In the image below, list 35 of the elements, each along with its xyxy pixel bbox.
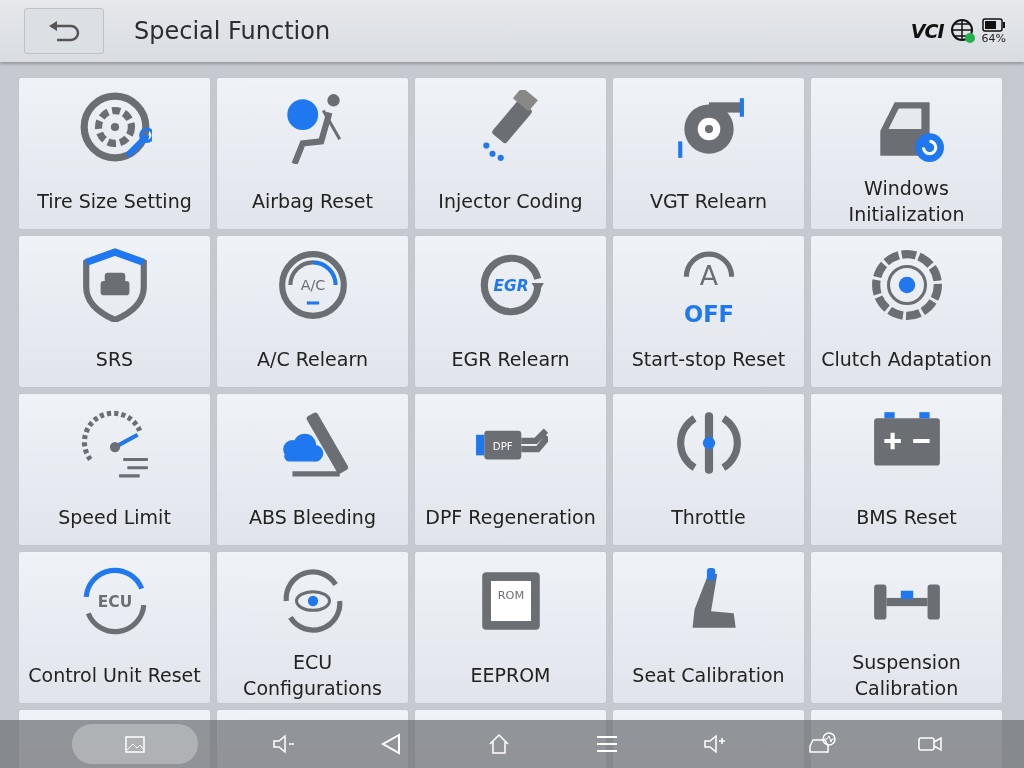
function-tile[interactable]: ECU Configurations bbox=[216, 551, 409, 704]
function-tile[interactable]: Throttle bbox=[612, 393, 805, 546]
clutch-disc-icon bbox=[869, 248, 944, 322]
function-tile[interactable]: Injector Coding bbox=[414, 77, 607, 230]
function-tile[interactable]: Seat Calibration bbox=[612, 551, 805, 704]
speaker-plus-icon bbox=[701, 733, 728, 755]
globe-icon bbox=[949, 18, 976, 44]
function-tile[interactable]: Speed Limit bbox=[18, 393, 211, 546]
function-tile[interactable]: Clutch Adaptation bbox=[810, 235, 1003, 388]
back-button[interactable] bbox=[24, 8, 104, 54]
car-pulse-icon bbox=[807, 732, 838, 756]
battery-icon bbox=[981, 17, 1006, 32]
function-tile[interactable]: EGR EGR Relearn bbox=[414, 235, 607, 388]
function-tile[interactable]: ABS Bleeding bbox=[216, 393, 409, 546]
function-tile[interactable]: Windows Initialization bbox=[810, 77, 1003, 230]
function-tile[interactable]: ECU Control Unit Reset bbox=[18, 551, 211, 704]
video-camera-icon bbox=[917, 734, 944, 754]
gallery-button[interactable] bbox=[71, 724, 198, 764]
image-icon bbox=[123, 734, 146, 754]
page-title: Special Function bbox=[134, 17, 332, 45]
function-tile[interactable]: Tire Size Setting bbox=[18, 77, 211, 230]
speaker-minus-icon bbox=[270, 733, 297, 755]
function-tile[interactable]: A/C A/C Relearn bbox=[216, 235, 409, 388]
battery-percent: 64% bbox=[981, 31, 1006, 45]
function-tile[interactable]: A OFF Start-stop Reset bbox=[612, 235, 805, 388]
function-tile[interactable]: VGT Relearn bbox=[612, 77, 805, 230]
function-tile[interactable]: SRS bbox=[18, 235, 211, 388]
back-arrow-icon bbox=[47, 20, 81, 42]
function-tile[interactable]: Suspension Calibration bbox=[810, 551, 1003, 704]
function-tile[interactable]: ROM EEPROM bbox=[414, 551, 607, 704]
function-tile[interactable]: DPF DPF Regeneration bbox=[414, 393, 607, 546]
vci-label: VCI bbox=[910, 20, 944, 42]
function-tile[interactable]: Airbag Reset bbox=[216, 77, 409, 230]
menu-icon bbox=[594, 734, 619, 754]
function-tile[interactable]: BMS Reset bbox=[810, 393, 1003, 546]
